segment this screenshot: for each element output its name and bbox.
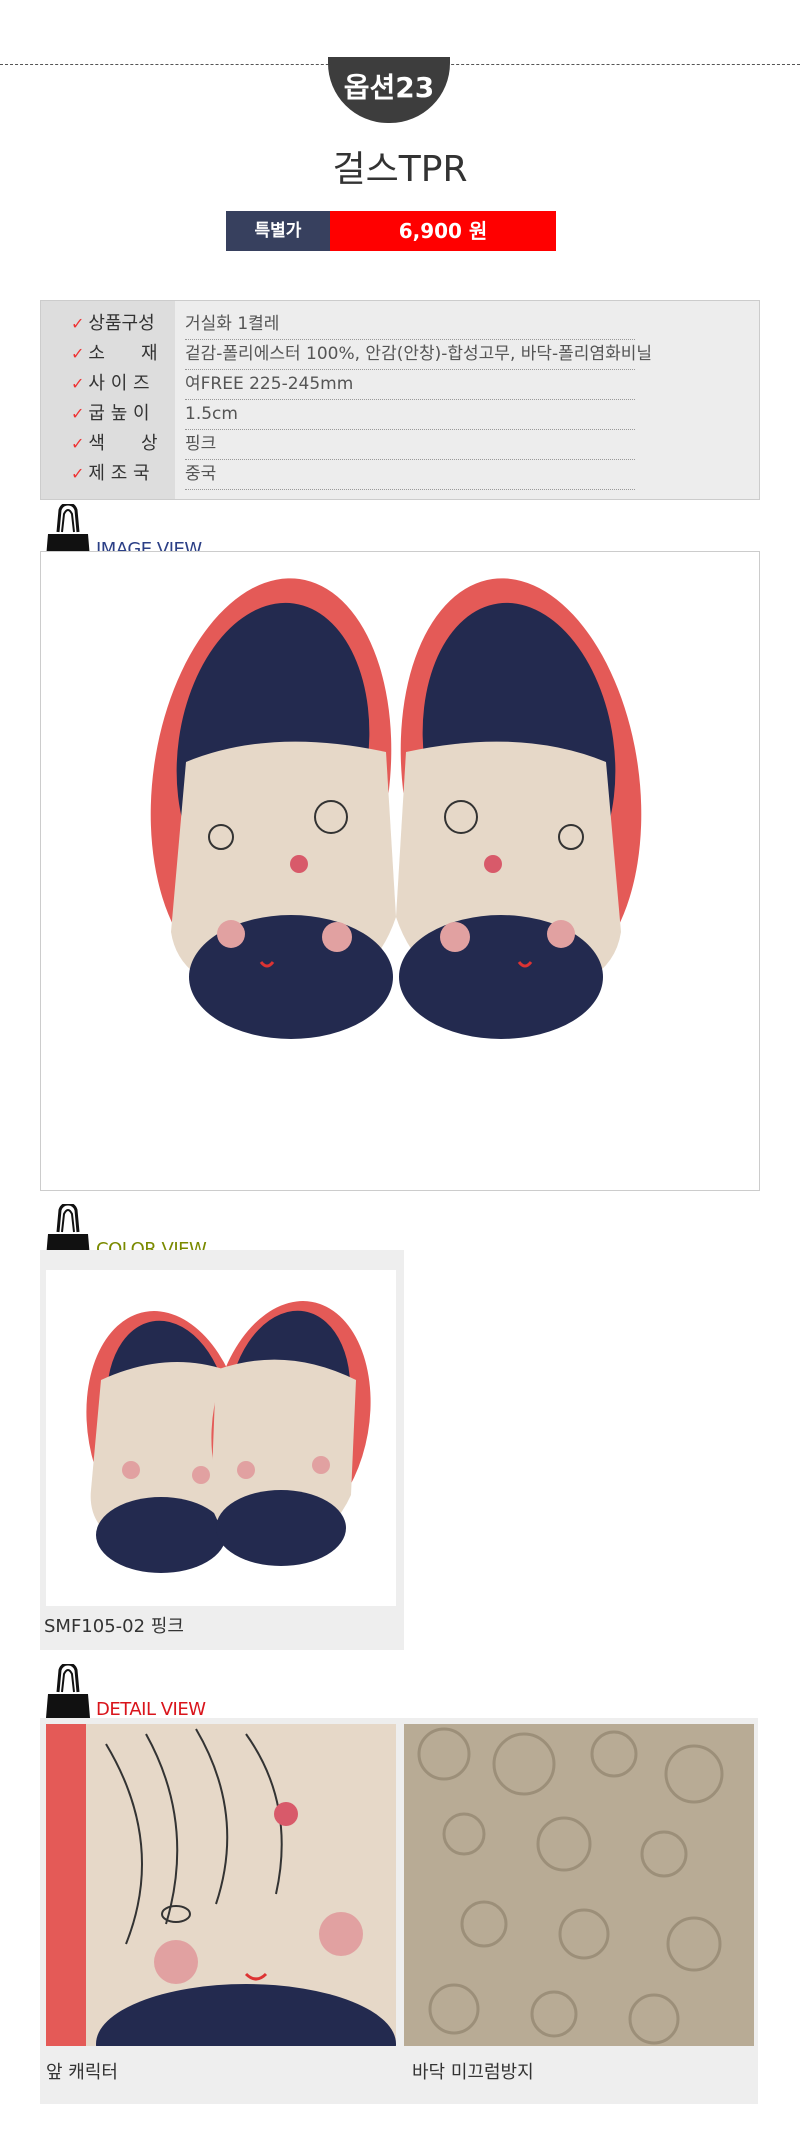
detail-caption-sole: 바닥 미끄럼방지: [412, 2062, 534, 2083]
detail-view-title: DETAIL VIEW: [96, 1699, 206, 1720]
detail-caption-front: 앞 캐릭터: [46, 2062, 118, 2083]
spec-row: ✓ 굽 높 이 1.5cm: [41, 399, 759, 430]
spec-value: 핑크: [185, 429, 635, 460]
spec-row: ✓ 상품구성 거실화 1켤레: [41, 309, 759, 340]
front-character-image: [46, 1724, 396, 2046]
detail-view-header: DETAIL VIEW: [44, 1664, 344, 1720]
check-icon: ✓: [71, 404, 85, 423]
spec-label: ✓ 상품구성: [71, 313, 155, 334]
check-icon: ✓: [71, 344, 85, 363]
slipper-color-image: [86, 1301, 371, 1573]
price-label: 특별가: [226, 211, 330, 251]
check-icon: ✓: [71, 434, 85, 453]
spec-value: 겉감-폴리에스터 100%, 안감(안창)-합성고무, 바닥-폴리염화비닐: [185, 339, 652, 370]
spec-label: ✓ 제 조 국: [71, 463, 150, 484]
check-icon: ✓: [71, 314, 85, 333]
color-view-panel: SMF105-02 핑크: [40, 1250, 404, 1650]
product-name: 걸스TPR: [332, 149, 468, 190]
detail-front-image: [46, 1724, 396, 2046]
slipper-pair-image: [150, 578, 642, 1039]
check-icon: ✓: [71, 464, 85, 483]
spec-value: 여FREE 225-245mm: [185, 369, 635, 400]
spec-label: ✓ 소 재: [71, 343, 158, 364]
sole-pattern-image: [404, 1724, 754, 2046]
detail-view-panel: 앞 캐릭터 바닥 미끄럼방지: [40, 1718, 758, 2104]
spec-value: 거실화 1켤레: [185, 309, 635, 340]
option-badge: 옵션23: [328, 57, 450, 123]
spec-label: ✓ 굽 높 이: [71, 403, 150, 424]
spec-label: ✓ 사 이 즈: [71, 373, 150, 394]
spec-label: ✓ 색 상: [71, 433, 158, 454]
check-icon: ✓: [71, 374, 85, 393]
spec-table: ✓ 상품구성 거실화 1켤레 ✓ 소 재 겉감-폴리에스터 100%, 안감(안창)…: [40, 300, 760, 500]
detail-sole-image: [404, 1724, 754, 2046]
price-value: 6,900 원: [330, 211, 556, 251]
spec-row: ✓ 소 재 겉감-폴리에스터 100%, 안감(안창)-합성고무, 바닥-폴리염화…: [41, 339, 759, 370]
spec-value: 1.5cm: [185, 399, 635, 430]
spec-row: ✓ 제 조 국 중국: [41, 459, 759, 490]
binder-clip-icon: [46, 1664, 90, 1718]
color-swatch-image: [46, 1270, 396, 1606]
image-view-frame: [40, 551, 760, 1191]
spec-value: 중국: [185, 459, 635, 490]
color-caption: SMF105-02 핑크: [44, 1616, 184, 1637]
spec-row: ✓ 사 이 즈 여FREE 225-245mm: [41, 369, 759, 400]
spec-row: ✓ 색 상 핑크: [41, 429, 759, 460]
